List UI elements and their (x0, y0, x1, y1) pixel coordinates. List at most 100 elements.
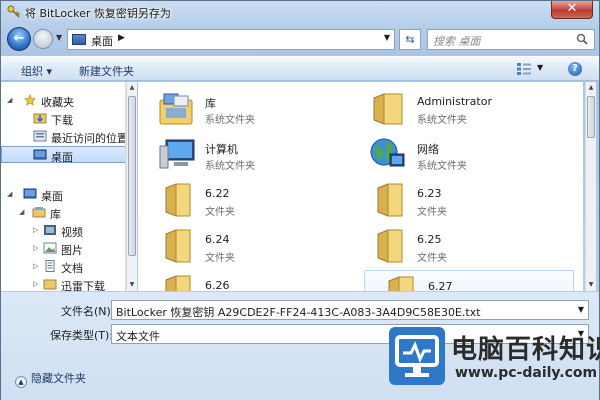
filename-value[interactable]: BitLocker 恢复密钥 A29CDE2F-FF24-413C-A083-3… (116, 304, 481, 320)
list-item-network[interactable]: 网络 系统文件夹 (354, 132, 564, 176)
navigation-scrollbar[interactable]: ▲ ▼ (126, 82, 137, 291)
folder-icon (165, 229, 191, 263)
help-icon[interactable]: ? (568, 62, 582, 76)
list-item-folder-6-24[interactable]: 6.24 文件夹 (142, 224, 352, 268)
search-icon[interactable] (576, 33, 588, 45)
hide-folders-toggle[interactable]: ▲ 隐藏文件夹 (15, 370, 86, 388)
filetype-label: 保存类型(T): (50, 329, 114, 342)
chevron-down-icon[interactable]: ▼ (578, 305, 584, 314)
list-item-folder-6-26[interactable]: 6.26 (142, 270, 352, 291)
nav-item-label: 迅雷下载 (61, 280, 105, 291)
scroll-thumb[interactable] (587, 96, 595, 138)
desktop-icon (33, 149, 47, 160)
list-item-folder-6-25[interactable]: 6.25 文件夹 (354, 224, 564, 268)
nav-item-desktop[interactable]: ◢ 桌面 (1, 186, 125, 203)
monitor-icon (395, 335, 439, 377)
refresh-button[interactable]: ⇆ (399, 29, 421, 50)
nav-item-favorites[interactable]: ◢ 收藏夹 (1, 92, 125, 109)
nav-item-documents[interactable]: ▷ 文档 (1, 258, 125, 275)
scroll-down-icon[interactable]: ▼ (586, 279, 596, 291)
item-name: 6.26 (205, 279, 230, 291)
address-bar[interactable]: 桌面 ▶ ▼ (67, 29, 395, 50)
nav-item-downloads[interactable]: 下载 (1, 110, 125, 127)
nav-item-label: 桌面 (41, 190, 63, 203)
chevron-right-icon[interactable]: ▶ (118, 33, 125, 43)
back-button[interactable]: ← (7, 27, 31, 51)
view-options-icon[interactable] (517, 63, 531, 75)
close-button[interactable]: ✕ (551, 1, 593, 19)
filetype-value: 文本文件 (116, 330, 160, 343)
nav-item-pictures[interactable]: ▷ 图片 (1, 240, 125, 257)
item-name: 6.22 (205, 187, 230, 200)
list-item-libraries[interactable]: 库 系统文件夹 (142, 86, 352, 130)
nav-item-label: 最近访问的位置 (51, 132, 126, 145)
scroll-thumb[interactable] (128, 96, 136, 256)
folder-icon (165, 183, 191, 217)
collapse-arrow-icon[interactable]: ▷ (33, 244, 38, 252)
user-folder-icon (373, 93, 403, 125)
hide-folders-label: 隐藏文件夹 (31, 372, 86, 385)
list-item-folder-6-27[interactable]: 6.27 (364, 270, 574, 291)
address-row: ← ▼ 桌面 ▶ ▼ ⇆ 搜索 桌面 (1, 26, 599, 52)
nav-item-xunlei-downloads[interactable]: ▷ 迅雷下载 (1, 276, 125, 291)
list-item-administrator[interactable]: Administrator 系统文件夹 (354, 86, 564, 130)
item-type: 系统文件夹 (205, 161, 255, 172)
scroll-up-icon[interactable]: ▲ (127, 82, 137, 94)
search-placeholder: 搜索 桌面 (433, 35, 481, 48)
address-location[interactable]: 桌面 (91, 33, 113, 49)
item-name: 6.25 (417, 233, 442, 246)
nav-item-desktop-favorite[interactable]: 桌面 (1, 146, 125, 164)
list-item-folder-6-23[interactable]: 6.23 文件夹 (354, 178, 564, 222)
key-icon (7, 5, 21, 18)
filename-label: 文件名(N): (61, 305, 115, 318)
file-list: 库 系统文件夹 Administrator 系统文件夹 计算机 系统文件夹 网络… (138, 82, 583, 291)
item-name: 6.24 (205, 233, 230, 246)
item-name: 6.27 (428, 280, 453, 291)
recent-pages-dropdown-icon[interactable]: ▼ (56, 33, 62, 42)
nav-item-videos[interactable]: ▷ 视频 (1, 222, 125, 239)
item-name: 库 (205, 97, 216, 110)
new-folder-button[interactable]: 新建文件夹 (79, 63, 134, 79)
item-type: 系统文件夹 (205, 115, 255, 126)
item-name: 计算机 (205, 143, 238, 156)
navigation-pane: ◢ 收藏夹 下载 最近访问的位置 桌面 ◢ 桌面 ◢ 库 ▷ 视频 ▷ 图片 ▷… (1, 82, 126, 291)
expand-arrow-icon[interactable]: ◢ (7, 190, 12, 198)
list-item-computer[interactable]: 计算机 系统文件夹 (142, 132, 352, 176)
expand-arrow-icon[interactable]: ◢ (19, 208, 24, 216)
item-type: 系统文件夹 (417, 115, 467, 126)
download-folder-icon (33, 113, 47, 124)
nav-item-libraries[interactable]: ◢ 库 (1, 204, 125, 221)
expand-arrow-icon[interactable]: ◢ (7, 96, 12, 104)
folder-icon (43, 279, 57, 290)
scroll-up-icon[interactable]: ▲ (586, 82, 596, 94)
collapse-arrow-icon[interactable]: ▷ (33, 280, 38, 288)
folder-icon (388, 276, 414, 291)
folder-icon (377, 183, 403, 217)
chevron-down-icon[interactable]: ▼ (384, 33, 390, 42)
collapse-arrow-icon[interactable]: ▷ (33, 226, 38, 234)
recent-places-icon (33, 130, 47, 142)
nav-item-label: 下载 (51, 114, 73, 127)
chevron-down-icon[interactable]: ▼ (537, 63, 543, 72)
forward-button[interactable] (33, 29, 53, 49)
filename-field[interactable]: BitLocker 恢复密钥 A29CDE2F-FF24-413C-A083-3… (111, 300, 589, 320)
file-list-scrollbar[interactable]: ▲ ▼ (585, 82, 596, 291)
video-library-icon (44, 225, 56, 235)
nav-item-recent-places[interactable]: 最近访问的位置 (1, 128, 126, 145)
organize-button[interactable]: 组织 ▾ (21, 63, 52, 79)
title-bar[interactable]: 将 BitLocker 恢复密钥另存为 ✕ (1, 1, 599, 23)
library-icon (32, 207, 46, 218)
nav-item-label: 库 (50, 208, 61, 221)
computer-icon (159, 139, 195, 169)
watermark-title: 电脑百科知识 (451, 335, 600, 365)
search-input[interactable]: 搜索 桌面 (427, 29, 595, 50)
star-icon (24, 94, 36, 106)
watermark-url: www.pc-daily.com (455, 365, 598, 381)
scroll-down-icon[interactable]: ▼ (127, 279, 137, 291)
nav-item-label: 桌面 (51, 151, 73, 164)
nav-item-label: 收藏夹 (41, 96, 74, 109)
collapse-arrow-icon[interactable]: ▷ (33, 262, 38, 270)
folder-icon (377, 229, 403, 263)
item-type: 文件夹 (205, 207, 235, 218)
list-item-folder-6-22[interactable]: 6.22 文件夹 (142, 178, 352, 222)
